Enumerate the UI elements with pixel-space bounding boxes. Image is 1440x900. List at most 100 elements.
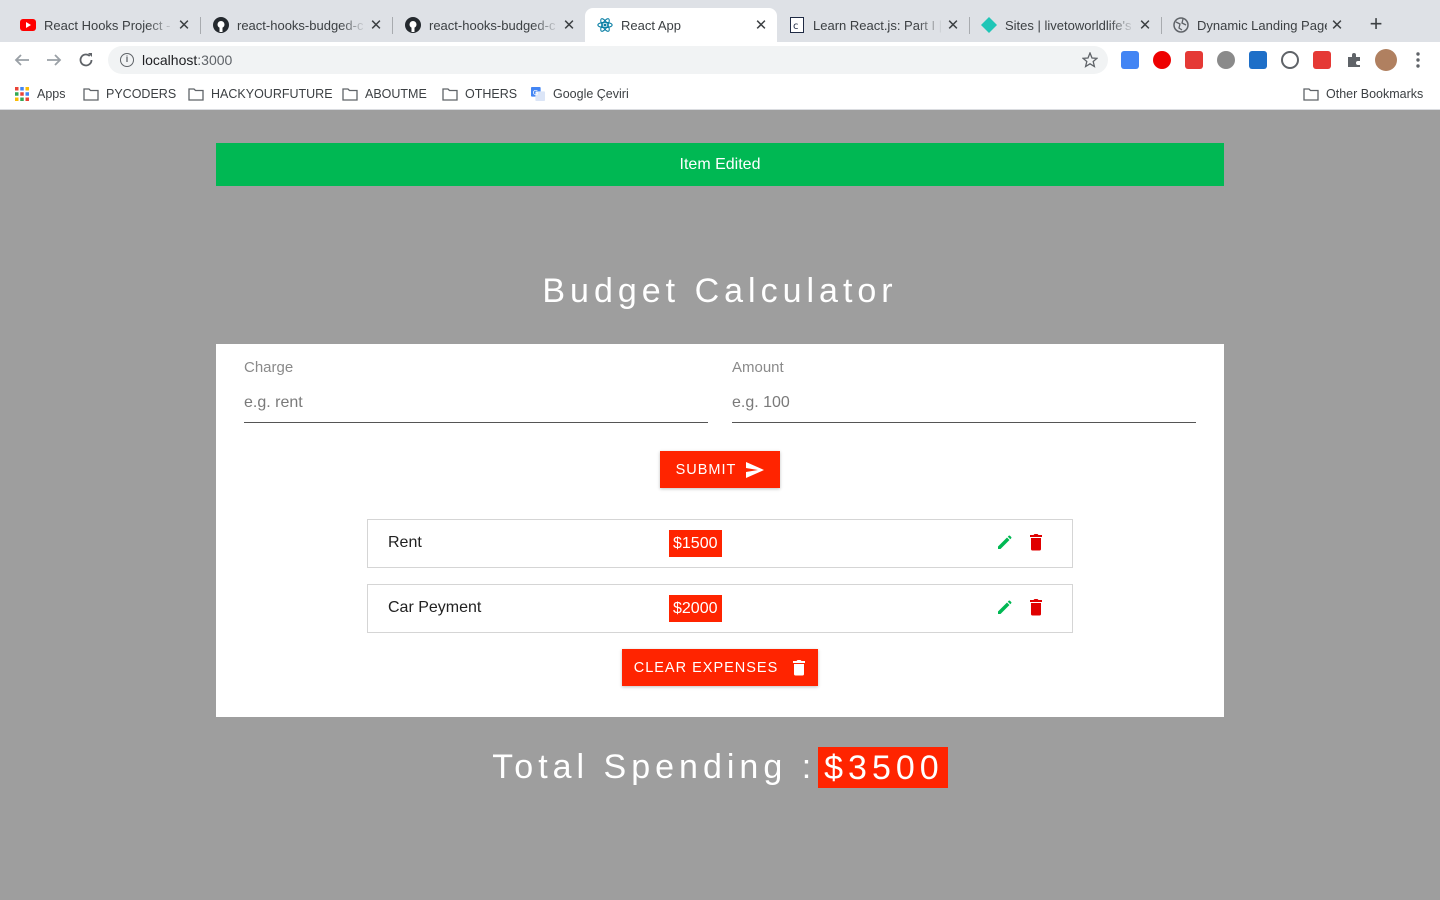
charge-input[interactable] [244,389,708,423]
delete-trash-icon[interactable] [1027,532,1045,552]
edit-pencil-icon[interactable] [995,532,1015,552]
folder-icon [188,88,204,101]
submit-button[interactable]: SUBMIT [660,451,780,488]
netlify-icon [981,17,997,33]
total-spending-amount: $3500 [818,747,948,788]
adblock-extension-icon[interactable] [1153,51,1171,69]
submit-label: SUBMIT [675,461,737,478]
send-icon [746,461,765,478]
bookmark-label: Apps [37,87,66,101]
bookmark-folder-aboutme[interactable]: ABOUTME [342,85,427,103]
expense-list-item: Rent $1500 [367,519,1073,568]
bookmark-folder-others[interactable]: OTHERS [442,85,517,103]
tab-title: Learn React.js: Part I | [813,17,943,33]
expense-charge: Car Peyment [388,599,482,616]
amount-input[interactable] [732,389,1196,423]
svg-text:G: G [533,89,538,97]
bookmark-apps[interactable]: Apps [14,85,66,103]
reload-icon[interactable] [74,48,98,72]
codecademy-icon: c [789,17,805,33]
github-icon [405,17,421,33]
github-icon [213,17,229,33]
close-tab-icon[interactable]: ✕ [1327,16,1347,34]
budget-form-card: Charge Amount SUBMIT Rent $1500 Car Peym… [216,344,1224,717]
expense-amount-badge: $1500 [669,530,722,557]
site-info-icon[interactable]: i [120,53,134,67]
tab-github-2[interactable]: react-hooks-budged-c ✕ [393,8,585,42]
bookmark-label: HACKYOURFUTURE [211,87,333,101]
folder-icon [342,88,358,101]
bookmark-folder-hackyourfuture[interactable]: HACKYOURFUTURE [188,85,333,103]
close-tab-icon[interactable]: ✕ [559,16,579,34]
expense-list-item: Car Peyment $2000 [367,584,1073,633]
page-title: Budget Calculator [542,272,898,310]
extensions-puzzle-icon[interactable] [1345,51,1363,69]
close-tab-icon[interactable]: ✕ [1135,16,1155,34]
tab-github-1[interactable]: react-hooks-budged-c ✕ [201,8,393,42]
google-translate-icon: G [531,87,545,101]
close-tab-icon[interactable]: ✕ [174,16,194,34]
address-bar[interactable]: i localhost:3000 [108,46,1108,74]
folder-icon [83,88,99,101]
tab-dynamic-landing[interactable]: Dynamic Landing Page ✕ [1161,8,1353,42]
react-icon [597,17,613,33]
tab-title: Sites | livetoworldlife's [1005,17,1132,33]
charge-label: Charge [244,359,294,376]
bookmark-label: ABOUTME [365,87,427,101]
bookmark-label: PYCODERS [106,87,177,101]
new-tab-icon[interactable]: + [1364,13,1388,37]
profile-avatar[interactable] [1375,49,1397,71]
close-tab-icon[interactable]: ✕ [943,16,963,34]
bookmark-star-icon[interactable] [1081,51,1099,68]
bookmarks-bar: Apps PYCODERS HACKYOURFUTURE ABOUTME OTH… [0,78,1440,110]
address-url: localhost:3000 [142,52,233,68]
amount-field-group: Amount [732,359,1196,423]
off-extension-icon[interactable] [1313,51,1331,69]
expense-amount-badge: $2000 [669,595,722,622]
bookmark-google-translate[interactable]: G Google Çeviri [530,85,629,103]
folder-icon [442,88,458,101]
tab-react-app[interactable]: React App ✕ [585,8,777,42]
bookmark-label: Google Çeviri [553,87,629,101]
bookmark-label: Other Bookmarks [1326,87,1424,101]
settings-extension-icon[interactable] [1217,51,1235,69]
forward-icon[interactable] [42,48,66,72]
charge-field-group: Charge [244,359,708,423]
edit-pencil-icon[interactable] [995,597,1015,617]
delete-trash-icon[interactable] [1027,597,1045,617]
tab-title: React Hooks Project - [44,17,171,33]
browser-toolbar: i localhost:3000 [0,42,1440,78]
menu-kebab-icon[interactable] [1410,51,1426,69]
apps-grid-icon [15,87,29,101]
bookmark-other-bookmarks[interactable]: Other Bookmarks [1303,85,1423,103]
tab-title: react-hooks-budged-c [429,17,556,33]
google-translate-extension-icon[interactable] [1121,51,1139,69]
tab-learn-react[interactable]: c Learn React.js: Part I | ✕ [777,8,970,42]
percent-extension-icon[interactable] [1185,51,1203,69]
trash-icon [792,659,806,676]
close-tab-icon[interactable]: ✕ [751,16,771,34]
globe-icon [1173,17,1189,33]
amount-label: Amount [732,359,784,376]
back-icon[interactable] [10,48,34,72]
tab-title: react-hooks-budged-c [237,17,364,33]
dev-extension-icon[interactable] [1249,51,1267,69]
tab-strip: React Hooks Project - ✕ react-hooks-budg… [0,0,1440,42]
tab-react-hooks-project[interactable]: React Hooks Project - ✕ [8,8,201,42]
alert-banner: Item Edited [216,143,1224,186]
folder-icon [1303,88,1319,101]
bookmark-label: OTHERS [465,87,518,101]
total-spending: Total Spending : $3500 [216,747,1224,788]
tab-title: React App [621,17,681,33]
total-spending-label: Total Spending : [492,748,817,786]
youtube-icon [20,17,36,33]
wappalyzer-extension-icon[interactable] [1281,51,1299,69]
tab-title: Dynamic Landing Page [1197,17,1327,33]
clear-expenses-label: CLEAR EXPENSES [633,659,779,676]
clear-expenses-button[interactable]: CLEAR EXPENSES [622,649,818,686]
expense-charge: Rent [388,534,422,551]
bookmark-folder-pycoders[interactable]: PYCODERS [83,85,176,103]
svg-text:c: c [793,21,799,32]
close-tab-icon[interactable]: ✕ [366,16,386,34]
tab-netlify-sites[interactable]: Sites | livetoworldlife's ✕ [969,8,1162,42]
